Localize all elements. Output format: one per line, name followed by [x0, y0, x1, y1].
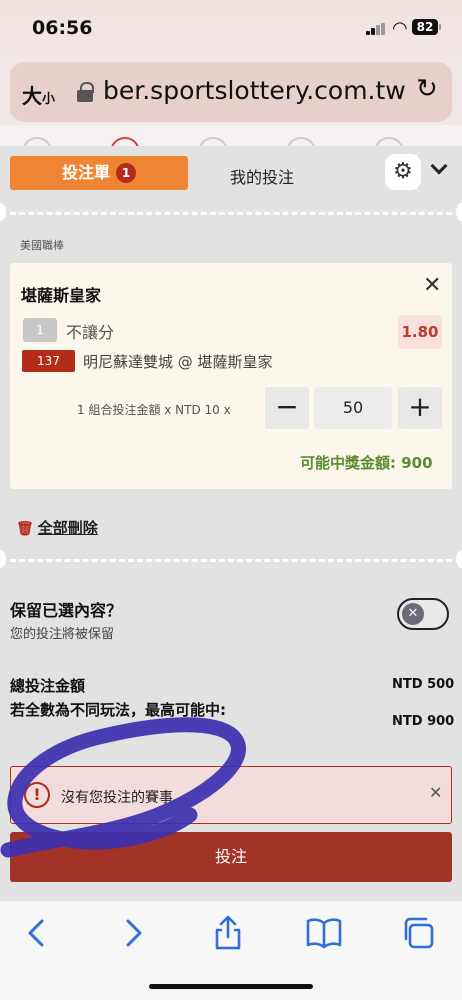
battery-indicator: 82 [412, 19, 441, 35]
reload-icon[interactable]: ↻ [416, 74, 438, 104]
dismiss-error-icon[interactable]: ✕ [429, 783, 442, 802]
home-indicator [149, 984, 313, 989]
stake-input[interactable]: 50 [314, 387, 392, 429]
total-stake-label: 總投注金額 [10, 677, 86, 695]
status-bar: 06:56 ◠ 82 [0, 0, 462, 56]
keep-selection-subtitle: 您的投注將被保留 [10, 627, 115, 642]
stake-description: 1 組合投注金額 x NTD 10 x [77, 403, 231, 417]
tab-my-bets[interactable]: 我的投注 [230, 164, 294, 188]
text-size-button[interactable]: 大小 [22, 80, 55, 109]
alert-icon: ! [24, 782, 50, 808]
betslip-header: 投注單 1 我的投注 ⚙ [0, 146, 462, 206]
chevron-down-icon[interactable] [432, 162, 446, 176]
keep-selection-toggle[interactable]: ✕ [397, 598, 449, 630]
error-message: 沒有您投注的賽事 [61, 790, 173, 806]
betslip-panel: 投注單 1 我的投注 ⚙ 美國職棒 堪薩斯皇家 ✕ 1 不讓分 1.80 137 … [0, 146, 462, 900]
toggle-off-icon: ✕ [402, 603, 424, 625]
betslip-count-badge: 1 [116, 163, 136, 183]
divider [10, 212, 452, 215]
market-label: 不讓分 [66, 323, 115, 342]
keep-selection-title: 保留已選內容？ [10, 601, 123, 620]
back-icon[interactable] [18, 913, 58, 953]
page-behind-strip [0, 125, 462, 147]
signal-icon [366, 23, 386, 35]
handicap-chip: 1 [23, 318, 57, 342]
address-bar[interactable]: 大小 ber.sportslottery.com.tw ↻ [10, 62, 452, 122]
lock-icon [77, 82, 94, 102]
odds-value: 1.80 [398, 315, 442, 349]
potential-payout: 可能中獎金額: 900 [300, 454, 433, 472]
divider [10, 559, 452, 562]
bet-selection-card: 堪薩斯皇家 ✕ 1 不讓分 1.80 137 明尼蘇達雙城 @ 堪薩斯皇家 1 … [10, 263, 452, 489]
forward-icon[interactable] [112, 913, 152, 953]
delete-all-button[interactable]: 🗑 全部刪除 [16, 517, 98, 538]
tabs-icon[interactable] [400, 913, 440, 953]
bookmarks-icon[interactable] [304, 913, 344, 953]
increase-stake-button[interactable]: + [398, 387, 442, 429]
gear-icon[interactable]: ⚙ [385, 154, 421, 190]
divider-notch [0, 550, 6, 568]
league-label: 美國職棒 [20, 239, 64, 252]
selection-team: 堪薩斯皇家 [21, 286, 102, 305]
url-text[interactable]: ber.sportslottery.com.tw [103, 76, 406, 105]
place-bet-button[interactable]: 投注 [10, 832, 452, 882]
wifi-icon: ◠ [392, 18, 408, 39]
decrease-stake-button[interactable]: − [265, 387, 309, 429]
divider-notch [456, 550, 462, 568]
match-code-chip: 137 [22, 350, 75, 372]
error-banner: ! 沒有您投注的賽事 ✕ [10, 766, 452, 824]
max-payout-value: NTD 900 [392, 714, 455, 729]
max-payout-label: 若全數為不同玩法，最高可能中: [10, 701, 227, 719]
trash-icon: 🗑 [16, 521, 34, 537]
match-name: 明尼蘇達雙城 @ 堪薩斯皇家 [83, 353, 273, 371]
divider-notch [456, 203, 462, 221]
total-stake-value: NTD 500 [392, 677, 455, 692]
share-icon[interactable] [208, 913, 248, 953]
close-icon[interactable]: ✕ [423, 273, 441, 298]
status-time: 06:56 [32, 17, 93, 39]
tab-betslip[interactable]: 投注單 1 [10, 156, 188, 190]
